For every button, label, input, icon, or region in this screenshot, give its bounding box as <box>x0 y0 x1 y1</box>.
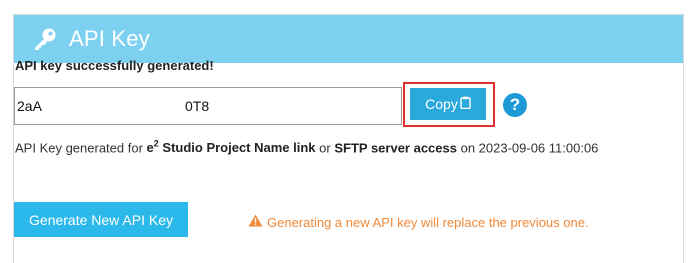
question-glyph: ? <box>509 95 521 114</box>
success-message: API key successfully generated! <box>15 58 214 73</box>
redaction-mask <box>59 94 185 120</box>
brand-letter: e <box>146 140 154 156</box>
warning-text: Generating a new API key will replace th… <box>267 214 589 230</box>
info-brand: e2 Studio Project Name link <box>146 139 316 156</box>
api-key-value-start: 2aA <box>17 98 42 114</box>
panel-title: API Key <box>69 26 150 51</box>
question-icon[interactable]: ? <box>503 93 527 117</box>
project-link-text: Studio Project Name link <box>158 140 316 156</box>
info-or: or <box>315 140 335 156</box>
copy-button[interactable]: Copy <box>410 88 486 120</box>
warning-icon <box>248 214 267 230</box>
clipboard-icon <box>458 96 471 112</box>
api-key-value-end: 0T8 <box>185 98 210 114</box>
copy-button-label: Copy <box>425 96 458 112</box>
info-prefix: API Key generated for <box>15 140 147 156</box>
api-key-field[interactable]: 2aA 0T8 <box>14 87 402 125</box>
generation-info: API Key generated for e2 Studio Project … <box>15 139 598 155</box>
warning-message: Generating a new API key will replace th… <box>248 214 589 230</box>
info-timestamp: on 2023-09-06 11:00:06 <box>456 140 599 156</box>
generate-new-api-key-button[interactable]: Generate New API Key <box>14 202 188 237</box>
panel-header: API Key <box>14 15 683 63</box>
sftp-text: SFTP server access <box>334 140 457 156</box>
key-icon <box>32 27 58 51</box>
